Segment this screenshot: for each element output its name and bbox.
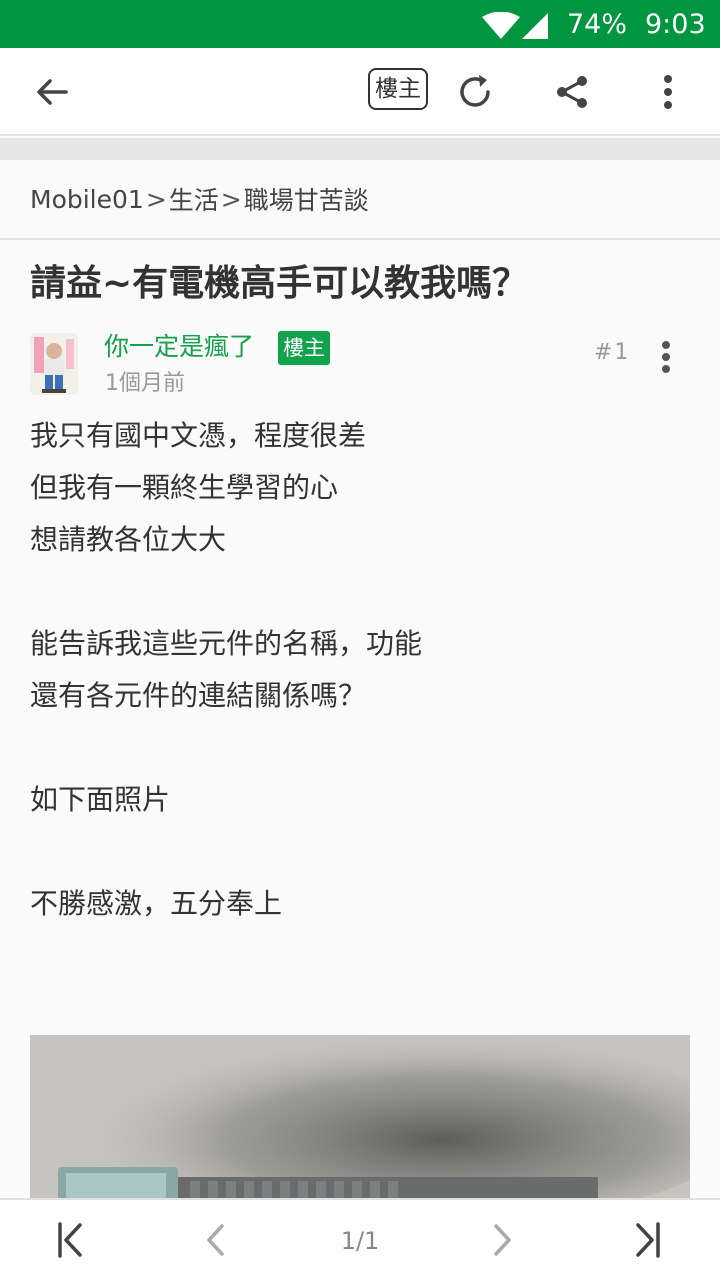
breadcrumb-item-mobile01[interactable]: Mobile01	[30, 185, 144, 214]
breadcrumb: Mobile01 > 生活 > 職場甘苦談	[0, 160, 720, 240]
op-badge: 樓主	[278, 331, 330, 365]
more-options-button[interactable]	[642, 66, 694, 118]
post-body-line	[30, 722, 690, 774]
post-body: 我只有國中文憑，程度很差 但我有一顆終生學習的心 想請教各位大大 能告訴我這些元…	[30, 410, 690, 930]
page-indicator: 1/1	[340, 1227, 380, 1255]
first-page-icon	[58, 1222, 82, 1258]
post-body-line: 不勝感激，五分奉上	[30, 887, 283, 920]
breadcrumb-separator: >	[145, 184, 167, 214]
refresh-icon	[460, 75, 490, 107]
last-page-button[interactable]	[626, 1218, 670, 1262]
back-button[interactable]	[26, 66, 78, 118]
prev-page-button[interactable]	[193, 1218, 237, 1262]
status-bar: 74% 9:03	[0, 0, 720, 48]
more-vert-icon	[664, 75, 672, 109]
post-time: 1個月前	[105, 371, 185, 396]
divider-strip	[0, 138, 720, 160]
breadcrumb-item-life[interactable]: 生活	[169, 181, 219, 217]
pager-bar: 1/1	[0, 1198, 720, 1280]
battery-level: 74%	[567, 9, 628, 40]
post-photo[interactable]	[30, 1035, 690, 1198]
refresh-button[interactable]	[449, 66, 501, 118]
first-page-button[interactable]	[48, 1218, 92, 1262]
signal-icon	[522, 13, 548, 39]
last-page-icon	[636, 1222, 660, 1258]
post-body-line	[30, 566, 690, 618]
op-only-filter-button[interactable]: 樓主	[368, 68, 428, 110]
share-button[interactable]	[546, 66, 598, 118]
back-arrow-icon	[37, 79, 68, 105]
more-vert-icon	[662, 341, 670, 373]
post-body-line: 我只有國中文憑，程度很差	[30, 419, 367, 452]
post-body-line: 還有各元件的連結關係嗎？	[30, 679, 367, 712]
author-name[interactable]: 你一定是瘋了	[104, 330, 254, 364]
next-page-button[interactable]	[481, 1218, 525, 1262]
breadcrumb-separator: >	[220, 184, 242, 214]
floor-number: #1	[594, 340, 631, 365]
post-body-line: 能告訴我這些元件的名稱，功能	[30, 627, 423, 660]
post-title: 請益~有電機高手可以教我嗎？	[30, 263, 529, 304]
post-body-line	[30, 826, 690, 878]
post-body-line: 但我有一顆終生學習的心	[30, 471, 339, 504]
wifi-icon	[482, 12, 520, 39]
breadcrumb-item-workplace[interactable]: 職場甘苦談	[244, 181, 369, 217]
avatar[interactable]	[30, 333, 78, 395]
post-body-line: 如下面照片	[30, 783, 171, 816]
status-time: 9:03	[645, 9, 706, 40]
prev-page-icon	[207, 1224, 224, 1256]
next-page-icon	[494, 1224, 511, 1256]
post-body-line: 想請教各位大大	[30, 523, 227, 556]
share-icon	[557, 76, 587, 108]
post-more-button[interactable]	[648, 338, 684, 376]
top-app-bar: 樓主	[0, 48, 720, 136]
